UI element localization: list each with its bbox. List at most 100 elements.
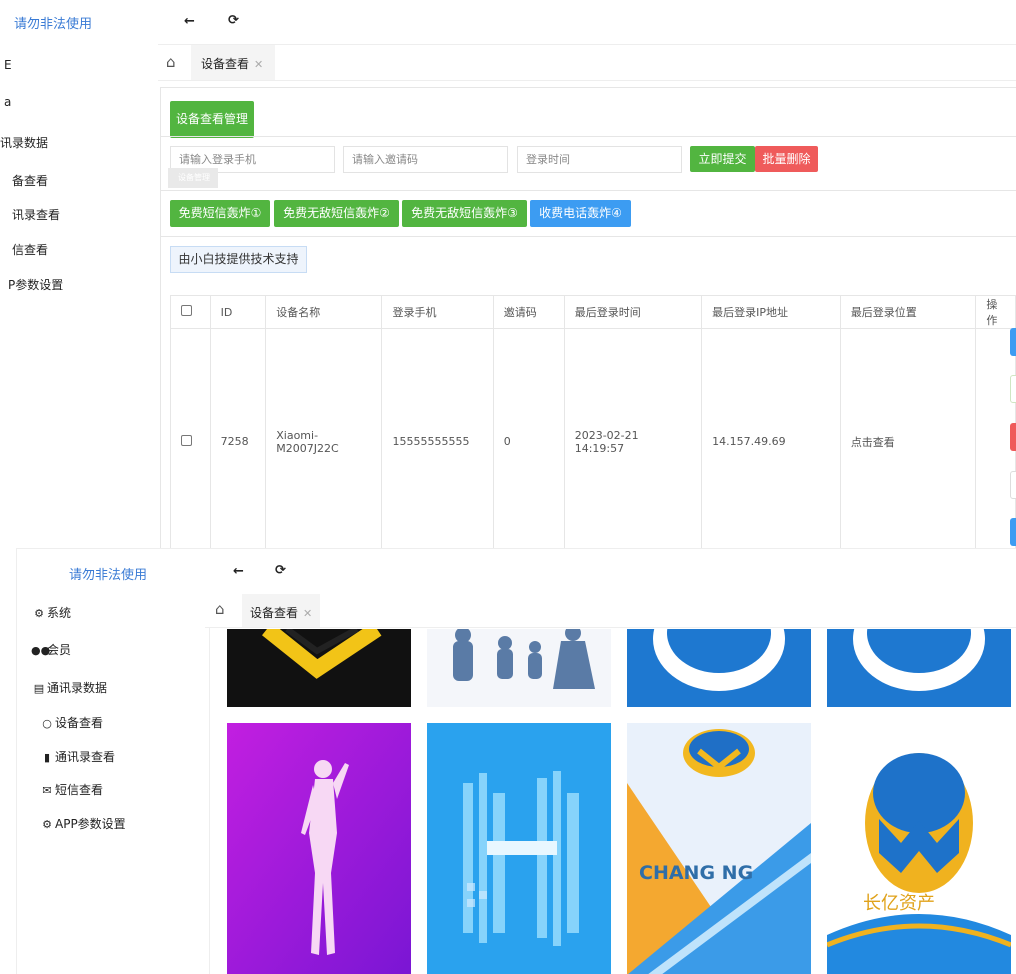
gear-icon: ⚙ — [34, 607, 44, 620]
sidebar-item-label: 会员 — [47, 643, 72, 657]
cell-invite-code: 0 — [492, 328, 565, 548]
cell-location-link[interactable]: 点击查看 — [839, 328, 977, 548]
select-all-cell — [170, 295, 211, 329]
free-sms-bomb-button-3[interactable]: 免费无敌短信轰炸③ — [402, 200, 527, 227]
sidebar-item-label: 通讯录查看 — [55, 750, 116, 764]
sidebar-item-contacts-view[interactable]: 讯录查看 — [12, 206, 60, 223]
sidebar-item-label: 通讯录数据 — [47, 681, 108, 695]
thumbnail-art — [227, 629, 411, 707]
gear-icon: ⚙ — [42, 818, 52, 831]
back-arrow-icon[interactable]: ← — [184, 14, 195, 29]
sidebar-item-system[interactable]: E — [4, 58, 12, 72]
device-table: ID 设备名称 登录手机 邀请码 最后登录时间 最后登录IP地址 最后登录位置 … — [170, 295, 1016, 548]
sidebar-item-label: 系统 — [47, 606, 72, 620]
users-icon: ●● — [31, 644, 51, 657]
cell-login-phone: 15555555555 — [381, 328, 494, 548]
tab-bar — [205, 593, 1016, 628]
thumbnail-image[interactable] — [427, 723, 611, 974]
user-outline-icon: ○ — [42, 717, 52, 730]
sidebar-item-device-view[interactable]: ○ 设备查看 — [39, 714, 103, 731]
top-window: 请勿非法使用 ← ⟳ E a 讯录数据 备查看 讯录查看 信查看 P参数设置 ⌂… — [0, 0, 1016, 548]
login-time-input[interactable] — [517, 146, 682, 173]
cell-last-login-time: 2023-02-21 14:19:57 — [563, 328, 703, 548]
invite-code-input[interactable] — [343, 146, 508, 173]
sidebar-item-sms-view[interactable]: ✉ 短信查看 — [39, 781, 103, 798]
free-sms-bomb-button-1[interactable]: 免费短信轰炸① — [170, 200, 270, 227]
thumbnail-text: CHANG NG — [639, 862, 753, 884]
app-brand-title[interactable]: 请勿非法使用 — [14, 13, 92, 32]
select-all-checkbox[interactable] — [181, 305, 192, 316]
table-row: 7258 Xiaomi-M2007J22C 15555555555 0 2023… — [170, 328, 1016, 548]
thumbnail-image[interactable] — [427, 629, 611, 707]
sidebar-item-member[interactable]: a — [4, 95, 11, 109]
sidebar-item-label: APP参数设置 — [55, 817, 126, 831]
book-icon: ▮ — [43, 751, 51, 764]
paid-call-bomb-button-4[interactable]: 收费电话轰炸④ — [530, 200, 631, 227]
envelope-icon: ✉ — [42, 784, 52, 797]
cell-id: 7258 — [209, 328, 267, 548]
col-last-login-ip[interactable]: 最后登录IP地址 — [701, 295, 841, 329]
col-device-name[interactable]: 设备名称 — [265, 295, 383, 329]
action-button-blue-2[interactable] — [1010, 518, 1016, 546]
thumbnail-image[interactable] — [227, 723, 411, 974]
tab-label: 设备查看 — [250, 606, 299, 620]
free-sms-bomb-button-2[interactable]: 免费无敌短信轰炸② — [274, 200, 399, 227]
row-checkbox[interactable] — [181, 434, 192, 446]
thumbnail-art — [827, 629, 1011, 707]
sidebar-item-app-settings[interactable]: ⚙ APP参数设置 — [39, 815, 126, 832]
submit-button[interactable]: 立即提交 — [690, 146, 755, 172]
refresh-icon[interactable]: ⟳ — [275, 563, 286, 578]
col-actions: 操作 — [975, 295, 1016, 329]
bottom-window: 请勿非法使用 ← ⟳ ⚙ 系统 ●●会员 ▤ 通讯录数据 ○ 设备查看 ▮ 通讯录查看 … — [16, 548, 1016, 974]
col-last-login-location[interactable]: 最后登录位置 — [839, 295, 977, 329]
thumbnail-image[interactable] — [627, 629, 811, 707]
thumbnail-image[interactable]: CHANG NG — [627, 723, 811, 974]
cell-device-name: Xiaomi-M2007J22C — [265, 328, 383, 548]
thumbnail-caption: 长亿资产 — [863, 893, 935, 914]
divider — [160, 136, 1016, 137]
sidebar-item-device-view[interactable]: 备查看 — [12, 172, 48, 189]
sidebar-item-label: 设备查看 — [55, 716, 104, 730]
thumbnail-art: CHANG NG — [627, 723, 811, 974]
sidebar-item-system[interactable]: ⚙ 系统 — [31, 604, 71, 621]
sidebar-item-label: 短信查看 — [55, 783, 104, 797]
col-invite-code[interactable]: 邀请码 — [492, 295, 565, 329]
sidebar-item-contacts-data[interactable]: 讯录数据 — [0, 134, 48, 151]
action-button-red[interactable] — [1010, 423, 1016, 451]
batch-delete-button[interactable]: 批量删除 — [755, 146, 818, 172]
action-button-default[interactable] — [1010, 471, 1016, 499]
refresh-icon[interactable]: ⟳ — [228, 13, 239, 28]
sidebar-item-contacts-view[interactable]: ▮ 通讯录查看 — [39, 748, 115, 765]
sidebar-item-sms-view[interactable]: 信查看 — [12, 241, 48, 258]
row-select-cell — [170, 328, 211, 548]
home-icon[interactable]: ⌂ — [215, 600, 225, 618]
col-login-phone[interactable]: 登录手机 — [381, 295, 494, 329]
tab-label: 设备查看 — [201, 57, 250, 71]
tooltip: 设备管理 — [168, 168, 218, 188]
id-card-icon: ▤ — [33, 682, 45, 695]
thumbnail-art — [227, 723, 411, 974]
thumbnail-image[interactable] — [227, 629, 411, 707]
thumbnail-art — [427, 629, 611, 707]
home-icon[interactable]: ⌂ — [166, 53, 176, 71]
back-arrow-icon[interactable]: ← — [233, 564, 244, 579]
tab-device-view[interactable]: 设备查看 ✕ — [191, 45, 275, 80]
tab-bar — [158, 44, 1016, 81]
thumbnail-art — [627, 629, 811, 707]
action-button-outline[interactable] — [1010, 375, 1016, 403]
tab-device-view[interactable]: 设备查看 ✕ — [242, 594, 320, 627]
thumbnail-image[interactable] — [827, 629, 1011, 707]
panel-title-badge: 设备查看管理 — [170, 101, 254, 138]
sidebar-item-member[interactable]: ●●会员 — [31, 641, 71, 658]
close-icon[interactable]: ✕ — [303, 607, 312, 620]
thumbnail-art — [427, 723, 611, 974]
col-last-login-time[interactable]: 最后登录时间 — [563, 295, 703, 329]
app-brand-title[interactable]: 请勿非法使用 — [69, 564, 147, 583]
table-header-row: ID 设备名称 登录手机 邀请码 最后登录时间 最后登录IP地址 最后登录位置 … — [170, 295, 1016, 329]
action-button-blue[interactable] — [1010, 328, 1016, 356]
col-id[interactable]: ID — [209, 295, 267, 329]
close-icon[interactable]: ✕ — [254, 58, 263, 71]
sidebar-item-contacts-data[interactable]: ▤ 通讯录数据 — [31, 679, 107, 696]
sidebar-item-app-settings[interactable]: P参数设置 — [8, 276, 63, 293]
thumbnail-image[interactable]: 长亿资产 — [827, 723, 1011, 974]
